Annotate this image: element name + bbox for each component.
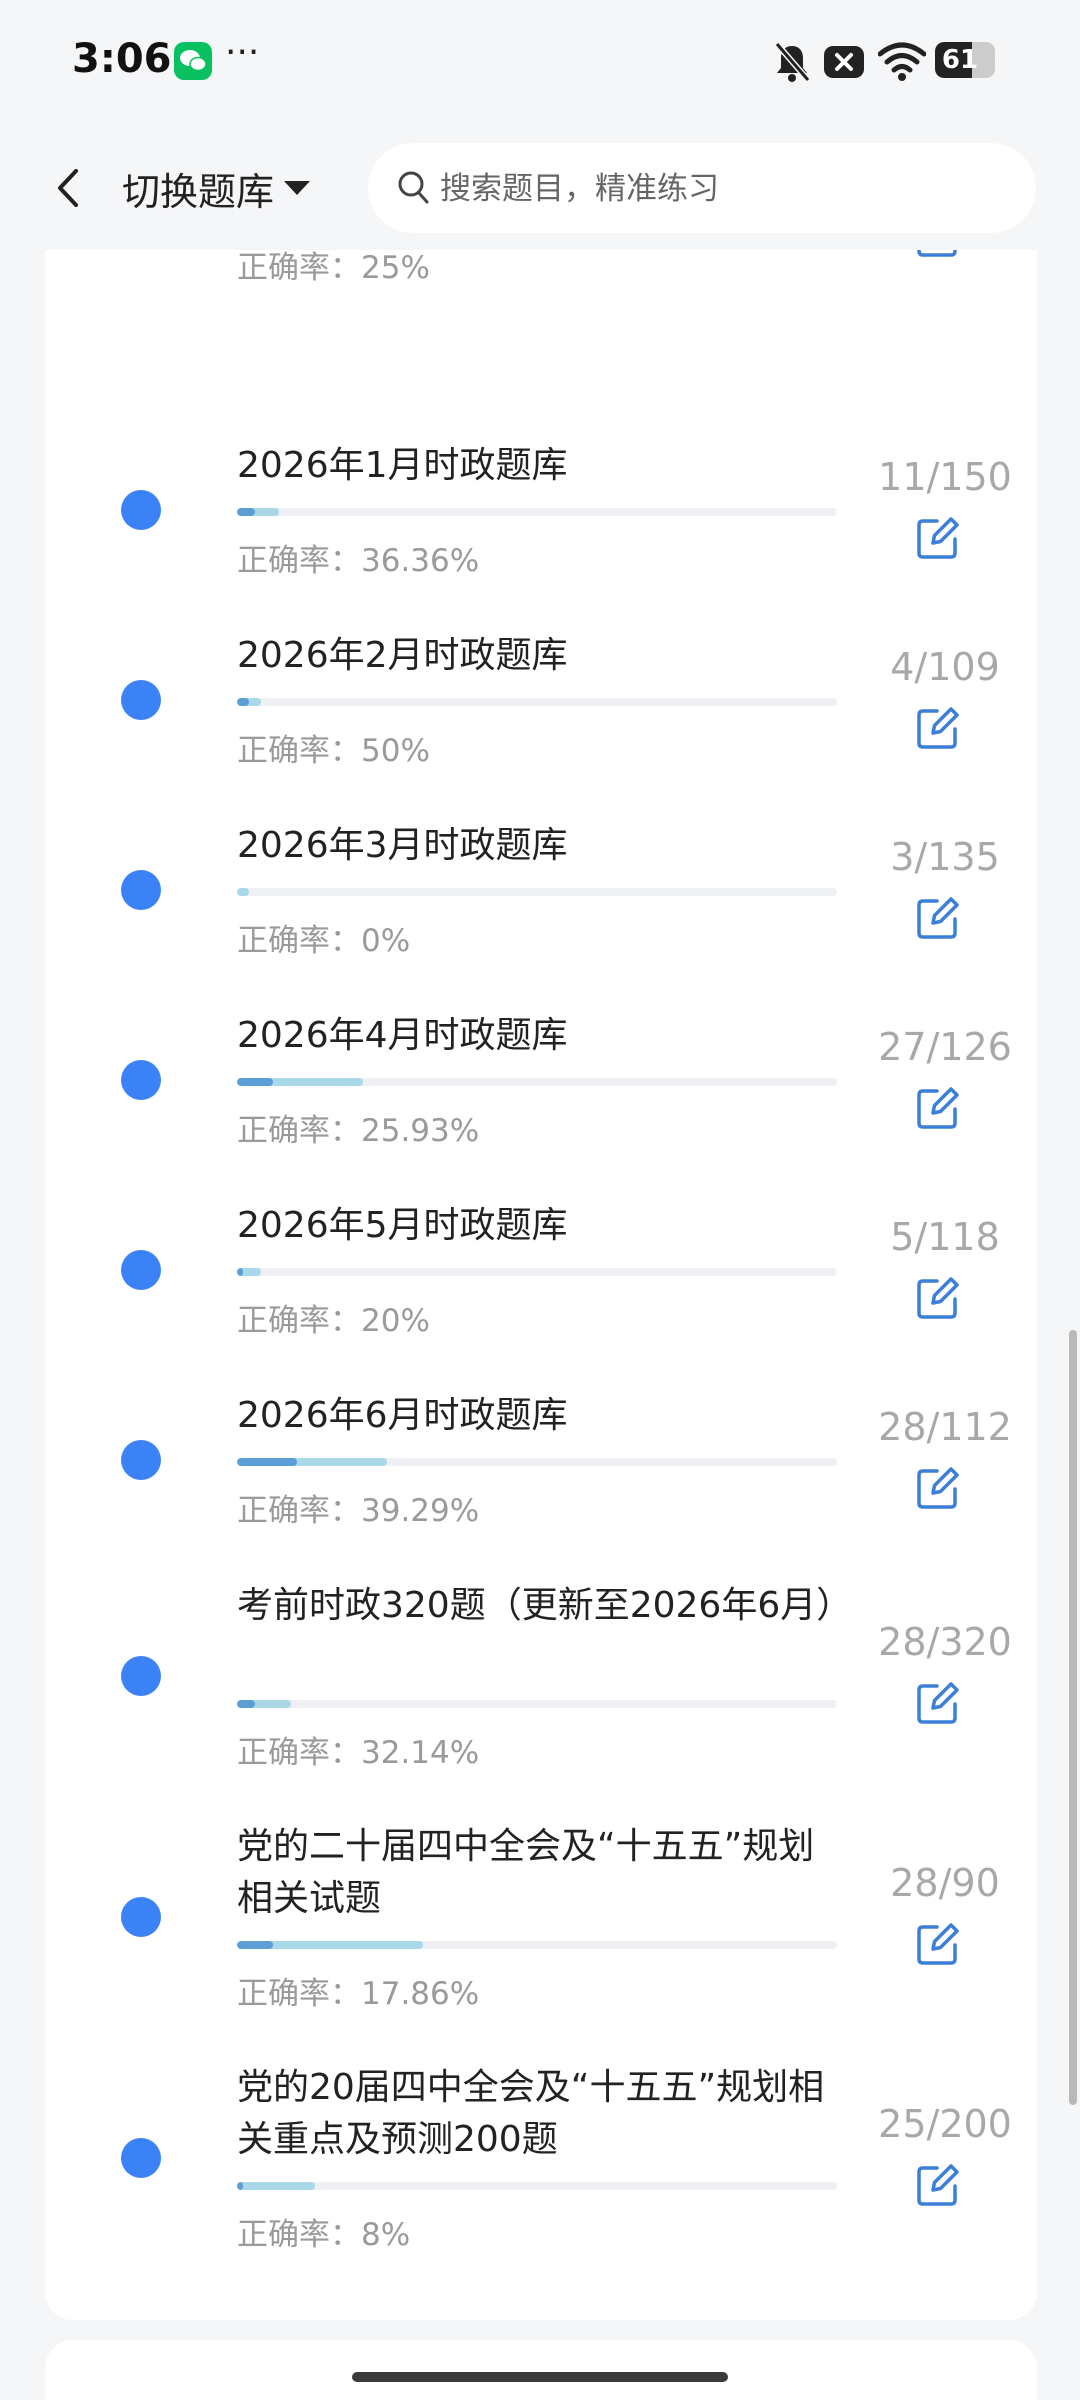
status-dot [121, 2138, 161, 2178]
item-title: 2026年6月时政题库 [237, 1395, 568, 1436]
edit-icon[interactable] [913, 1083, 963, 1133]
status-dot [121, 1440, 161, 1480]
edit-icon[interactable] [913, 1463, 963, 1513]
edit-icon[interactable] [913, 513, 963, 563]
edit-icon[interactable] [913, 2160, 963, 2210]
wifi-icon [878, 42, 926, 81]
item-title: 党的20届四中全会及“十五五”规划相关重点及预测200题 [237, 2067, 825, 2160]
progress-count: 28/90 [890, 1861, 1000, 1905]
progress-bar [237, 1268, 837, 1276]
battery-level-text: 61 [941, 45, 979, 75]
item-title: 考前时政320题（更新至2026年6月） [237, 1585, 853, 1626]
accuracy-text: 正确率：39.29% [237, 1493, 480, 1529]
progress-count: 28/320 [878, 1620, 1012, 1664]
item-title: 2026年2月时政题库 [237, 635, 568, 676]
edit-icon[interactable] [913, 1919, 963, 1969]
progress-count: 4/109 [890, 645, 1000, 689]
accuracy-text: 正确率：50% [237, 733, 430, 769]
progress-correct-fill [237, 1268, 243, 1276]
progress-done-fill [237, 2182, 315, 2190]
switch-bank-label: 切换题库 [122, 169, 275, 214]
progress-correct-fill [237, 1700, 255, 1708]
progress-bar [237, 2182, 837, 2190]
edit-icon[interactable] [913, 1273, 963, 1323]
item-title: 2026年4月时政题库 [237, 1015, 568, 1056]
item-title: 2026年3月时政题库 [237, 825, 568, 866]
scrollbar[interactable] [1069, 1330, 1077, 2105]
progress-bar [237, 1458, 837, 1466]
accuracy-text: 正确率：36.36% [237, 543, 480, 579]
status-bar: 3:06 ··· 61 [0, 0, 1080, 125]
accuracy-text: 正确率：32.14% [237, 1735, 480, 1771]
switch-bank-dropdown[interactable]: 切换题库 [122, 155, 311, 221]
search-icon [398, 171, 429, 204]
progress-correct-fill [237, 698, 249, 706]
progress-bar [237, 1941, 837, 1949]
accuracy-text: 正确率：17.86% [237, 1976, 480, 2012]
close-box-icon [824, 46, 864, 78]
progress-done-fill [237, 888, 249, 896]
search-input[interactable] [438, 143, 1002, 235]
progress-count: 25/200 [878, 2102, 1012, 2146]
progress-count: 3/135 [890, 835, 1000, 879]
status-dot [121, 1897, 161, 1937]
progress-bar [237, 1078, 837, 1086]
edit-icon[interactable] [913, 1678, 963, 1728]
status-dot [121, 490, 161, 530]
progress-count: 28/112 [878, 1405, 1012, 1449]
bell-off-icon [774, 42, 811, 82]
progress-count: 11/150 [878, 455, 1012, 499]
status-dot [121, 1656, 161, 1696]
accuracy-text: 正确率：0% [237, 923, 411, 959]
progress-correct-fill [237, 2182, 243, 2190]
progress-bar [237, 508, 837, 516]
progress-bar [237, 1700, 837, 1708]
back-button[interactable] [40, 155, 100, 221]
status-dot [121, 680, 161, 720]
status-dot [121, 870, 161, 910]
progress-correct-fill [237, 508, 255, 516]
progress-correct-fill [237, 1078, 273, 1086]
accuracy-text: 正确率：8% [237, 2217, 411, 2253]
status-dot [121, 1250, 161, 1290]
progress-bar [237, 888, 837, 896]
item-title: 党的二十届四中全会及“十五五”规划相关试题 [237, 1826, 815, 1919]
top-nav: 切换题库 [0, 125, 1080, 250]
status-dot [121, 1060, 161, 1100]
progress-correct-fill [237, 1458, 297, 1466]
edit-icon[interactable] [913, 893, 963, 943]
progress-count: 27/126 [878, 1025, 1012, 1069]
progress-count: 5/118 [890, 1215, 1000, 1259]
status-time: 3:06 [72, 36, 172, 82]
battery-icon: 61 [935, 42, 995, 78]
edit-icon[interactable] [913, 703, 963, 753]
item-title: 2026年1月时政题库 [237, 445, 568, 486]
search-box[interactable] [368, 143, 1036, 235]
progress-correct-fill [237, 1941, 273, 1949]
accuracy-text: 正确率：25.93% [237, 1113, 480, 1149]
question-bank-list: 年12月正确率：25%4/3192026年1月时政题库正确率：36.36%11/… [45, 180, 1037, 2320]
item-title: 2026年5月时政题库 [237, 1205, 568, 1246]
wechat-icon [174, 42, 212, 80]
accuracy-text: 正确率：20% [237, 1303, 430, 1339]
caret-down-icon [284, 181, 311, 195]
more-dots: ··· [225, 32, 260, 73]
next-card-peek [45, 2340, 1037, 2400]
home-indicator[interactable] [352, 2372, 728, 2382]
progress-bar [237, 698, 837, 706]
